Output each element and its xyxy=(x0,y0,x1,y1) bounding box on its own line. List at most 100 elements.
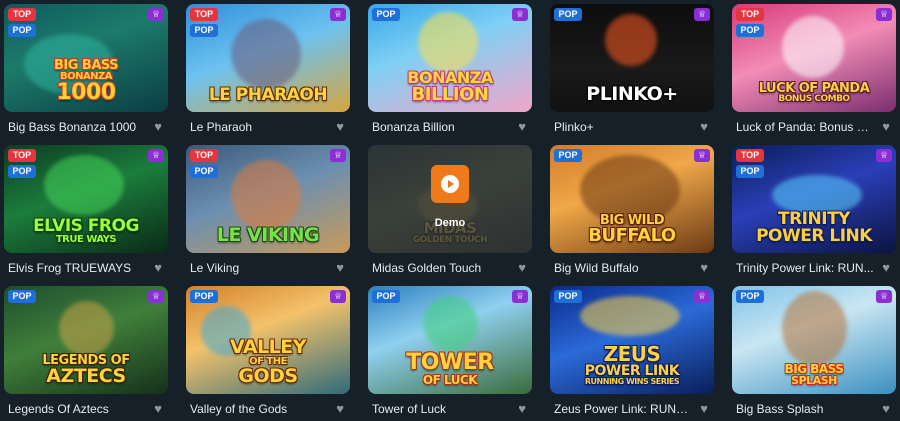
badge-group: POP xyxy=(554,290,582,306)
game-title[interactable]: Trinity Power Link: RUN... xyxy=(736,261,874,275)
badge-group: TOP POP xyxy=(8,149,36,181)
artwork-title-line: TOWER xyxy=(406,350,494,375)
game-card-bonanza-billion[interactable]: BONANZA BILLION POP ♕ Bonanza Billion ♥ xyxy=(368,4,532,139)
game-thumbnail[interactable]: BIG WILD BUFFALO POP ♕ xyxy=(550,145,714,253)
game-card-valley-of-the-gods[interactable]: VALLEY OF THE GODS POP ♕ Valley of the Gods ♥ xyxy=(186,286,350,421)
artwork-title: BIG BASS SPLASH xyxy=(732,363,896,386)
game-title[interactable]: Le Viking xyxy=(190,261,328,275)
artwork-title-line: ELVIS FROG xyxy=(33,216,139,236)
heart-icon[interactable]: ♥ xyxy=(154,120,162,134)
game-card-le-viking[interactable]: LE VIKING TOP POP ♕ Le Viking ♥ xyxy=(186,145,350,280)
game-thumbnail[interactable]: TOWER OF LUCK POP ♕ xyxy=(368,286,532,394)
badge-group: TOP POP xyxy=(8,8,36,40)
artwork-title: ELVIS FROG TRUE WAYS xyxy=(4,218,168,245)
demo-label[interactable]: Demo xyxy=(368,217,532,229)
game-card-tower-of-luck[interactable]: TOWER OF LUCK POP ♕ Tower of Luck ♥ xyxy=(368,286,532,421)
game-card-big-bass-splash[interactable]: BIG BASS SPLASH POP ♕ Big Bass Splash ♥ xyxy=(732,286,896,421)
pop-badge: POP xyxy=(736,165,764,178)
game-title[interactable]: Luck of Panda: Bonus C... xyxy=(736,120,874,134)
trophy-icon: ♕ xyxy=(694,8,710,21)
trophy-icon: ♕ xyxy=(148,8,164,21)
artwork-title-line: TRUE WAYS xyxy=(55,234,117,245)
game-title[interactable]: Elvis Frog TRUEWAYS xyxy=(8,261,146,275)
trophy-icon: ♕ xyxy=(148,149,164,162)
game-card-midas-golden-touch[interactable]: MIDASGOLDEN TOUCHDemo Midas Golden Touch ♥ xyxy=(368,145,532,280)
game-card-legends-of-aztecs[interactable]: LEGENDS OF AZTECS POP ♕ Legends Of Aztecs ♥ xyxy=(4,286,168,421)
game-card-luck-of-panda-bonus-c[interactable]: LUCK OF PANDA BONUS COMBO TOP POP ♕ Luck of P… xyxy=(732,4,896,139)
trophy-icon: ♕ xyxy=(148,290,164,303)
game-title[interactable]: Plinko+ xyxy=(554,120,692,134)
heart-icon[interactable]: ♥ xyxy=(518,402,526,416)
heart-icon[interactable]: ♥ xyxy=(518,120,526,134)
game-thumbnail[interactable]: PLINKO+ POP ♕ xyxy=(550,4,714,112)
heart-icon[interactable]: ♥ xyxy=(518,261,526,275)
trophy-icon: ♕ xyxy=(694,149,710,162)
artwork-title-line: SPLASH xyxy=(791,374,837,387)
game-title[interactable]: Tower of Luck xyxy=(372,402,510,416)
trophy-icon: ♕ xyxy=(330,149,346,162)
game-card-le-pharaoh[interactable]: LE PHARAOH TOP POP ♕ Le Pharaoh ♥ xyxy=(186,4,350,139)
badge-group: TOP POP xyxy=(736,149,764,181)
game-thumbnail[interactable]: BIG BASS SPLASH POP ♕ xyxy=(732,286,896,394)
game-card-big-wild-buffalo[interactable]: BIG WILD BUFFALO POP ♕ Big Wild Buffalo ♥ xyxy=(550,145,714,280)
game-thumbnail[interactable]: ELVIS FROG TRUE WAYS TOP POP ♕ xyxy=(4,145,168,253)
demo-play-button[interactable] xyxy=(431,165,469,203)
game-thumbnail[interactable]: LE PHARAOH TOP POP ♕ xyxy=(186,4,350,112)
badge-group: POP xyxy=(372,290,400,306)
heart-icon[interactable]: ♥ xyxy=(700,261,708,275)
top-badge: TOP xyxy=(190,8,218,21)
heart-icon[interactable]: ♥ xyxy=(882,261,890,275)
heart-icon[interactable]: ♥ xyxy=(336,402,344,416)
game-title[interactable]: Zeus Power Link: RUNNI... xyxy=(554,402,692,416)
pop-badge: POP xyxy=(190,24,218,37)
game-thumbnail[interactable]: VALLEY OF THE GODS POP ♕ xyxy=(186,286,350,394)
pop-badge: POP xyxy=(372,290,400,303)
badge-group: POP xyxy=(736,290,764,306)
game-title[interactable]: Midas Golden Touch xyxy=(372,261,510,275)
game-card-big-bass-bonanza-1000[interactable]: BIG BASS BONANZA 1000 TOP POP ♕ Big Bass Bonan… xyxy=(4,4,168,139)
top-badge: TOP xyxy=(8,8,36,21)
artwork-highlight xyxy=(605,14,657,66)
game-card-plinko[interactable]: PLINKO+ POP ♕ Plinko+ ♥ xyxy=(550,4,714,139)
artwork-highlight xyxy=(782,16,844,78)
heart-icon[interactable]: ♥ xyxy=(154,261,162,275)
game-thumbnail[interactable]: LEGENDS OF AZTECS POP ♕ xyxy=(4,286,168,394)
game-title[interactable]: Bonanza Billion xyxy=(372,120,510,134)
heart-icon[interactable]: ♥ xyxy=(700,402,708,416)
heart-icon[interactable]: ♥ xyxy=(882,402,890,416)
game-card-elvis-frog-trueways[interactable]: ELVIS FROG TRUE WAYS TOP POP ♕ Elvis Frog TRU… xyxy=(4,145,168,280)
game-title[interactable]: Big Wild Buffalo xyxy=(554,261,692,275)
game-title[interactable]: Valley of the Gods xyxy=(190,402,328,416)
artwork-title-line: LE VIKING xyxy=(216,224,320,246)
game-title[interactable]: Le Pharaoh xyxy=(190,120,328,134)
artwork-title-line: BONUS COMBO xyxy=(778,94,850,104)
artwork-title: BIG BASS BONANZA 1000 xyxy=(4,59,168,104)
artwork-highlight xyxy=(580,296,680,336)
game-thumbnail[interactable]: TRINITY POWER LINK TOP POP ♕ xyxy=(732,145,896,253)
heart-icon[interactable]: ♥ xyxy=(882,120,890,134)
top-badge: TOP xyxy=(190,149,218,162)
game-card-zeus-power-link-runni[interactable]: ZEUS POWER LINK RUNNING WINS SERIES POP ♕ Zeu… xyxy=(550,286,714,421)
game-thumbnail[interactable]: BONANZA BILLION POP ♕ xyxy=(368,4,532,112)
game-grid: BIG BASS BONANZA 1000 TOP POP ♕ Big Bass Bonan… xyxy=(0,0,900,421)
game-thumbnail[interactable]: LUCK OF PANDA BONUS COMBO TOP POP ♕ xyxy=(732,4,896,112)
badge-group: TOP POP xyxy=(190,149,218,181)
heart-icon[interactable]: ♥ xyxy=(336,261,344,275)
heart-icon[interactable]: ♥ xyxy=(154,402,162,416)
game-thumbnail[interactable]: LE VIKING TOP POP ♕ xyxy=(186,145,350,253)
artwork-highlight xyxy=(59,301,114,356)
game-title[interactable]: Legends Of Aztecs xyxy=(8,402,146,416)
game-thumbnail[interactable]: MIDASGOLDEN TOUCHDemo xyxy=(368,145,532,253)
artwork-title-line: RUNNING WINS SERIES xyxy=(584,377,680,386)
game-thumbnail[interactable]: BIG BASS BONANZA 1000 TOP POP ♕ xyxy=(4,4,168,112)
game-title[interactable]: Big Bass Bonanza 1000 xyxy=(8,120,146,134)
heart-icon[interactable]: ♥ xyxy=(336,120,344,134)
game-card-trinity-power-link-run[interactable]: TRINITY POWER LINK TOP POP ♕ Trinity Power Li… xyxy=(732,145,896,280)
game-title[interactable]: Big Bass Splash xyxy=(736,402,874,416)
heart-icon[interactable]: ♥ xyxy=(700,120,708,134)
top-badge: TOP xyxy=(8,149,36,162)
artwork-title: BIG WILD BUFFALO xyxy=(550,214,714,245)
game-thumbnail[interactable]: ZEUS POWER LINK RUNNING WINS SERIES POP ♕ xyxy=(550,286,714,394)
pop-badge: POP xyxy=(190,165,218,178)
pop-badge: POP xyxy=(554,8,582,21)
